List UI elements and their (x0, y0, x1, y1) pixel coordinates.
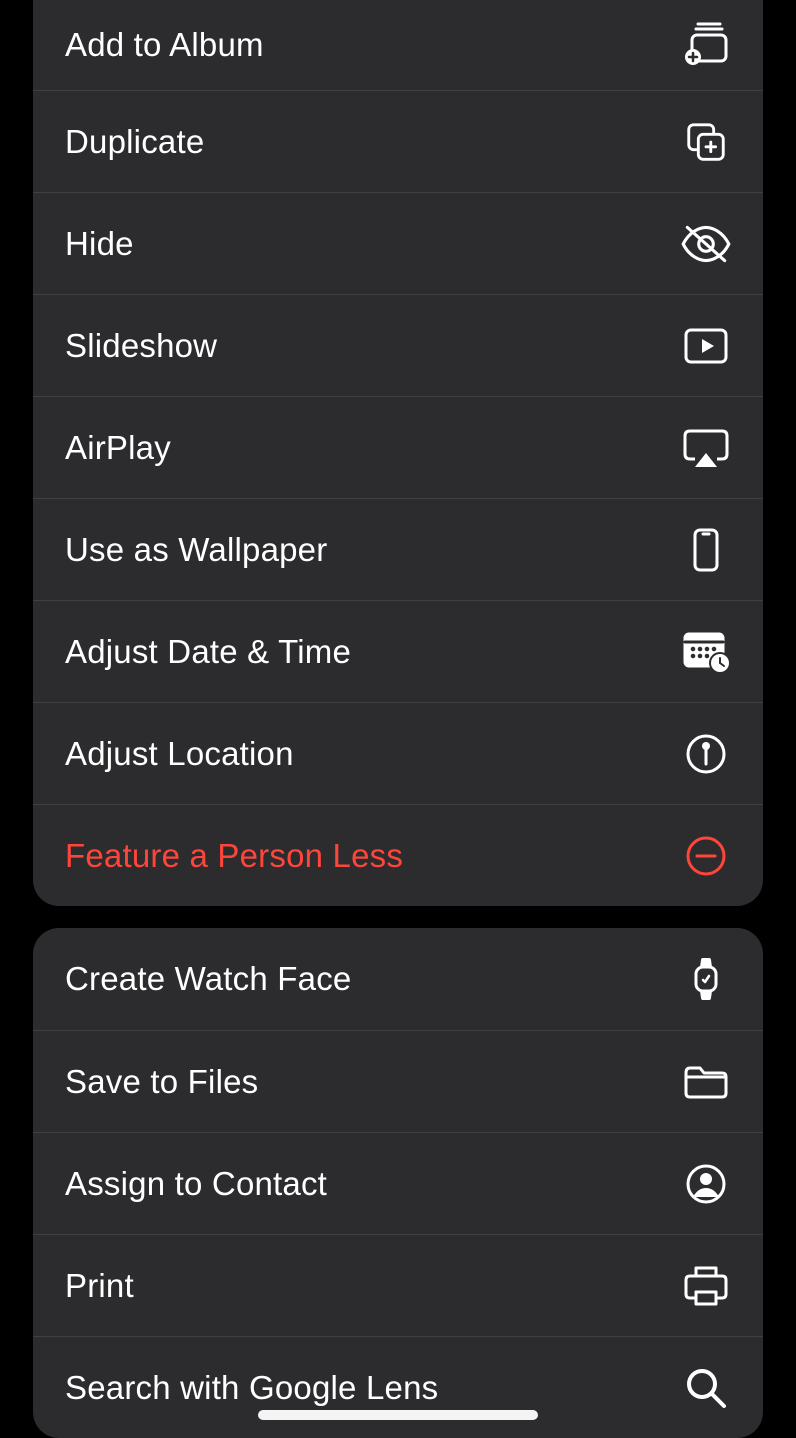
menu-item-label: Add to Album (65, 26, 679, 64)
album-add-icon (679, 18, 733, 72)
calendar-clock-icon (679, 625, 733, 679)
menu-item-label: Adjust Location (65, 735, 679, 773)
menu-item-label: AirPlay (65, 429, 679, 467)
menu-item-label: Slideshow (65, 327, 679, 365)
menu-item-assign-to-contact[interactable]: Assign to Contact (33, 1132, 763, 1234)
phone-icon (679, 523, 733, 577)
menu-item-hide[interactable]: Hide (33, 192, 763, 294)
menu-item-duplicate[interactable]: Duplicate (33, 90, 763, 192)
menu-item-airplay[interactable]: AirPlay (33, 396, 763, 498)
menu-item-add-to-album[interactable]: Add to Album (33, 0, 763, 90)
menu-item-label: Feature a Person Less (65, 837, 679, 875)
menu-item-search-google-lens[interactable]: Search with Google Lens (33, 1336, 763, 1438)
menu-item-adjust-date-time[interactable]: Adjust Date & Time (33, 600, 763, 702)
menu-item-label: Use as Wallpaper (65, 531, 679, 569)
person-circle-icon (679, 1157, 733, 1211)
menu-item-label: Hide (65, 225, 679, 263)
menu-item-label: Assign to Contact (65, 1165, 679, 1203)
action-group-1: Add to Album Duplicate (33, 0, 763, 906)
home-indicator[interactable] (258, 1410, 538, 1420)
menu-item-print[interactable]: Print (33, 1234, 763, 1336)
pin-circle-icon (679, 727, 733, 781)
search-icon (679, 1361, 733, 1415)
menu-item-label: Create Watch Face (65, 960, 679, 998)
menu-item-use-as-wallpaper[interactable]: Use as Wallpaper (33, 498, 763, 600)
menu-item-create-watch-face[interactable]: Create Watch Face (33, 928, 763, 1030)
menu-item-label: Duplicate (65, 123, 679, 161)
folder-icon (679, 1055, 733, 1109)
menu-item-adjust-location[interactable]: Adjust Location (33, 702, 763, 804)
duplicate-icon (679, 115, 733, 169)
action-group-2: Create Watch Face Save to Files Assi (33, 928, 763, 1438)
menu-item-feature-person-less[interactable]: Feature a Person Less (33, 804, 763, 906)
airplay-icon (679, 421, 733, 475)
menu-item-label: Adjust Date & Time (65, 633, 679, 671)
menu-item-label: Print (65, 1267, 679, 1305)
minus-circle-icon (679, 829, 733, 883)
menu-item-save-to-files[interactable]: Save to Files (33, 1030, 763, 1132)
printer-icon (679, 1259, 733, 1313)
watch-icon (679, 952, 733, 1006)
eye-slash-icon (679, 217, 733, 271)
play-rect-icon (679, 319, 733, 373)
menu-item-label: Search with Google Lens (65, 1369, 679, 1407)
action-sheet: Add to Album Duplicate (33, 0, 763, 1432)
menu-item-label: Save to Files (65, 1063, 679, 1101)
menu-item-slideshow[interactable]: Slideshow (33, 294, 763, 396)
